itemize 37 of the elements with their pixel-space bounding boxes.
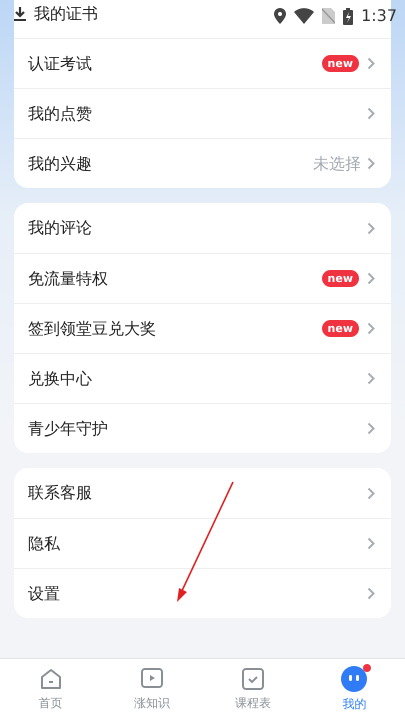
chevron-icon — [367, 272, 375, 285]
location-icon — [274, 8, 286, 24]
item-value: 未选择 — [313, 152, 361, 174]
new-badge: new — [322, 55, 359, 72]
menu-item[interactable]: 我的点赞 — [14, 88, 391, 138]
battery-charging-icon — [343, 8, 354, 24]
chevron-icon — [367, 322, 375, 335]
menu-item[interactable]: 我的证书 — [14, 0, 174, 38]
download-icon — [14, 6, 26, 22]
chevron-icon — [367, 222, 375, 234]
chevron-icon — [367, 57, 375, 70]
menu-item[interactable]: 联系客服 — [14, 468, 391, 518]
chevron-icon — [367, 587, 375, 600]
menu-item[interactable]: 签到领堂豆兑大奖 new — [14, 303, 391, 353]
chevron-icon — [367, 537, 375, 550]
home-icon — [38, 667, 63, 691]
tab-item[interactable]: 我的 — [304, 659, 405, 720]
avatar-icon — [341, 666, 368, 692]
new-badge: new — [322, 320, 359, 337]
chevron-icon — [367, 157, 375, 170]
menu-item[interactable]: 免流量特权 new — [14, 253, 391, 303]
new-badge: new — [322, 270, 359, 287]
chevron-icon — [367, 486, 375, 500]
wifi-icon — [294, 8, 314, 24]
menu-item[interactable]: 我的评论 — [14, 203, 391, 253]
checkbox-icon — [241, 667, 266, 691]
chevron-icon — [367, 422, 375, 435]
clock-time: 1:37 — [361, 5, 397, 27]
no-sim-icon — [322, 8, 336, 24]
menu-item[interactable]: 兑换中心 — [14, 353, 391, 403]
chevron-icon — [367, 107, 375, 120]
menu-item[interactable]: 隐私 — [14, 518, 391, 568]
menu-item[interactable]: 认证考试 new — [14, 38, 391, 88]
menu-item[interactable]: 我的兴趣 未选择 — [14, 138, 391, 188]
play-icon — [140, 667, 164, 691]
menu-item[interactable]: 青少年守护 — [14, 403, 391, 453]
chevron-icon — [367, 372, 375, 385]
